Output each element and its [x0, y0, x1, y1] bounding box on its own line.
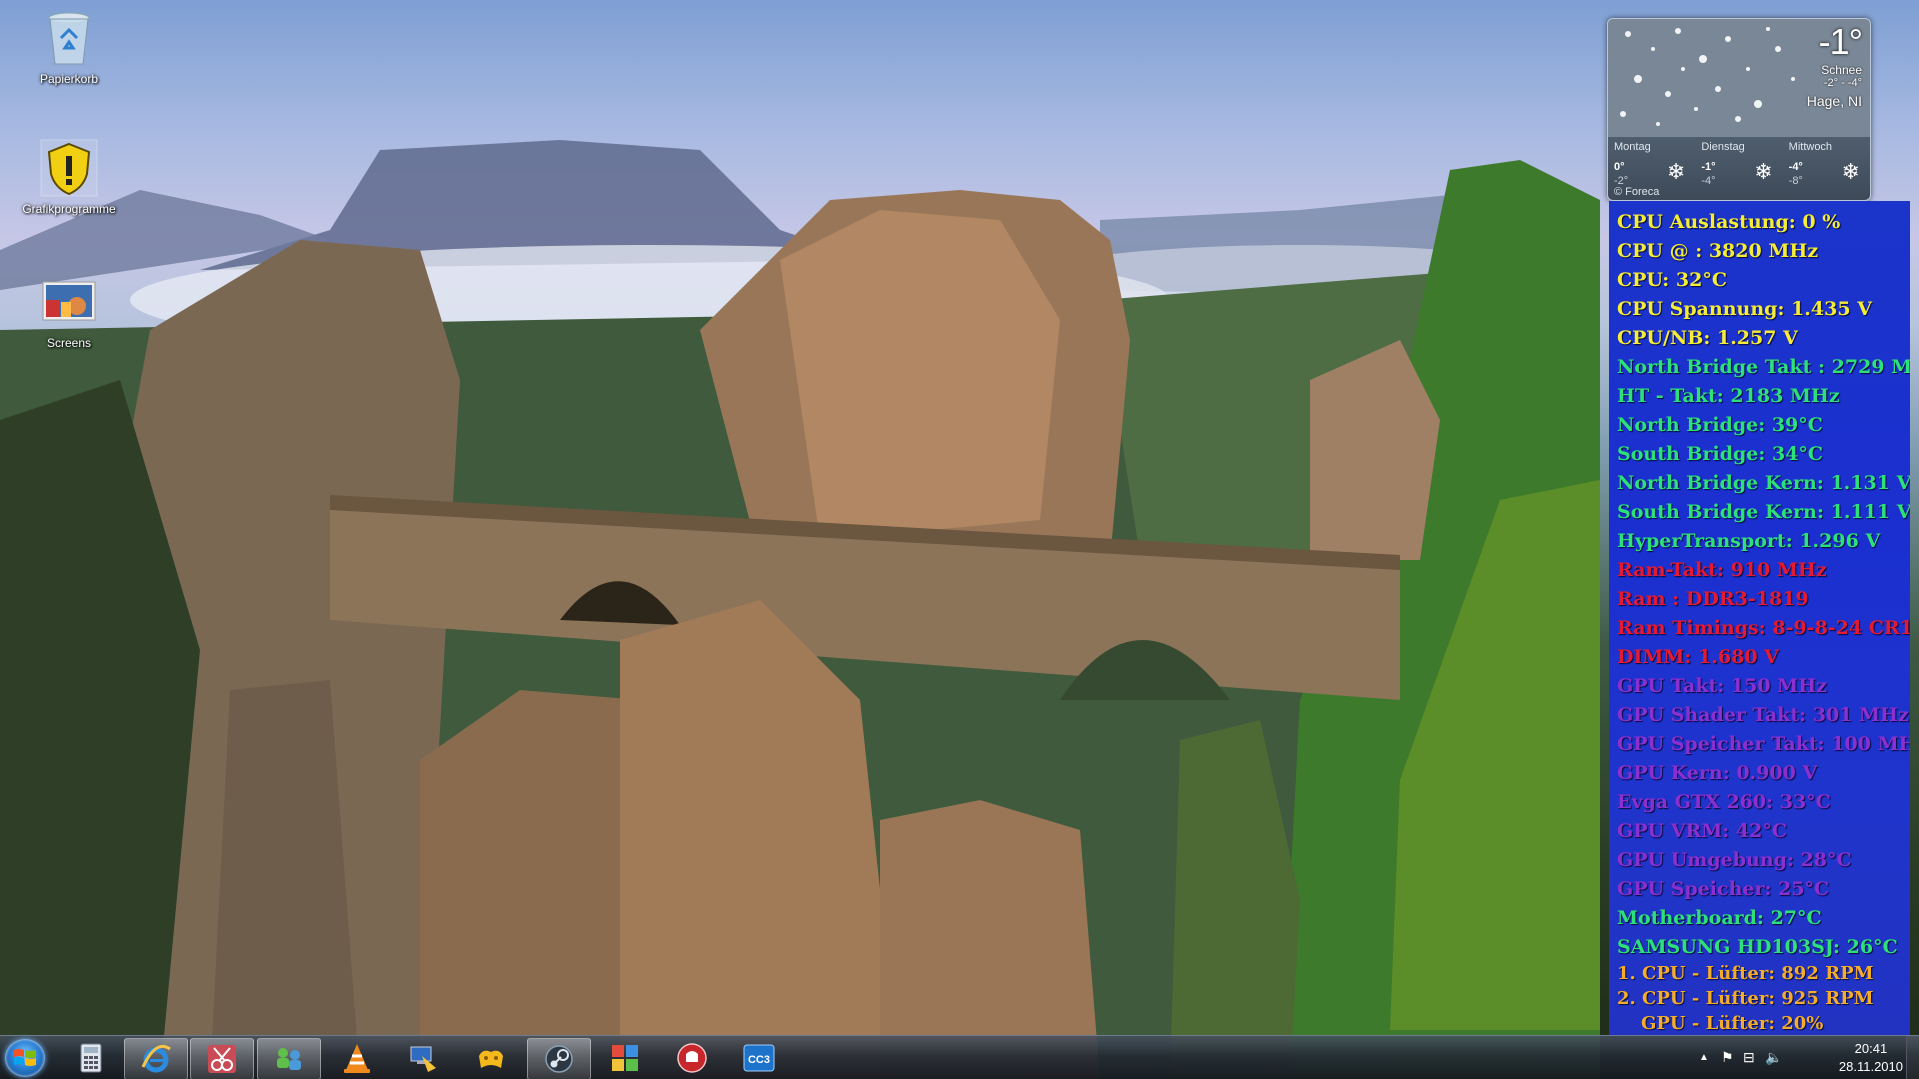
forecast-day: Mittwoch -4° -8° ❄ — [1783, 137, 1870, 187]
desktop-icon-screens[interactable]: Screens — [14, 272, 124, 350]
hw-row: North Bridge Kern: 1.131 V — [1617, 472, 1910, 494]
forecast-day-name: Mittwoch — [1788, 141, 1833, 153]
hw-row: CPU Spannung: 1.435 V — [1617, 298, 1872, 320]
temperature-range: -2° - -4° — [1823, 77, 1862, 89]
calculator-icon — [80, 1043, 102, 1073]
hw-row: Ram Timings: 8-9-8-24 CR1 — [1617, 617, 1910, 639]
taskbar-button-calculator[interactable] — [60, 1038, 122, 1078]
taskbar-button-network[interactable] — [257, 1038, 321, 1079]
hw-row: Evga GTX 260: 33°C — [1617, 791, 1831, 813]
snowflake-icon: ❄ — [1841, 159, 1860, 184]
action-center-flag-icon[interactable]: ⚑ — [1721, 1049, 1734, 1066]
cc3-icon-text: CC3 — [748, 1054, 770, 1066]
hw-row: Motherboard: 27°C — [1617, 907, 1822, 929]
forecast-high: 0° — [1614, 161, 1625, 173]
hw-row: CPU @ : 3820 MHz — [1617, 240, 1819, 262]
tray-clock[interactable]: 20:41 28.11.2010 — [1839, 1040, 1903, 1076]
steam-icon — [545, 1045, 573, 1073]
network-users-icon — [277, 1048, 301, 1070]
taskbar-button-internet-explorer[interactable] — [124, 1038, 188, 1079]
computer-install-icon — [410, 1046, 436, 1072]
taskbar-button-cubes[interactable] — [594, 1038, 656, 1078]
hardware-monitor-panel: CPU Auslastung: 0 % CPU @ : 3820 MHz CPU… — [1609, 201, 1910, 1035]
forecast-low: -8° — [1788, 175, 1803, 187]
desktop-icon-label: Grafikprogramme — [22, 202, 116, 216]
forecast-low: -4° — [1701, 175, 1716, 187]
forecast-day: Montag 0° -2° ❄ — [1608, 137, 1695, 187]
show-desktop-button[interactable] — [1906, 1036, 1919, 1079]
hw-row: CPU: 32°C — [1617, 269, 1727, 291]
hw-row: GPU Speicher: 25°C — [1617, 878, 1830, 900]
weather-location: Hage, NI — [1806, 93, 1862, 109]
weather-source-link[interactable]: © Foreca — [1614, 186, 1659, 198]
forecast-day-name: Montag — [1614, 141, 1651, 153]
cc3-icon: CC3 — [743, 1044, 775, 1072]
taskbar-button-cc3[interactable]: CC3 — [728, 1038, 790, 1078]
taskbar-button-snipping-tool[interactable] — [190, 1038, 254, 1079]
vlc-icon — [344, 1044, 370, 1073]
weather-condition: Schnee — [1821, 63, 1862, 77]
hw-row: North Bridge: 39°C — [1617, 414, 1823, 436]
forecast-high: -4° — [1788, 161, 1803, 173]
hw-row: CPU/NB: 1.257 V — [1617, 327, 1798, 349]
hw-row: GPU Speicher Takt: 100 MHz — [1617, 733, 1910, 755]
desktop-icon-grafikprogramme[interactable]: Grafikprogramme — [14, 138, 124, 216]
hw-row: HT - Takt: 2183 MHz — [1617, 385, 1840, 407]
hw-row: GPU - Lüfter: 20% — [1641, 1013, 1824, 1034]
taskbar-button-red-app[interactable] — [661, 1038, 723, 1078]
hw-row: GPU VRM: 42°C — [1617, 820, 1787, 842]
network-icon[interactable]: ⊟ — [1743, 1049, 1755, 1066]
hw-row: DIMM: 1.680 V — [1617, 646, 1779, 668]
system-tray: ▲ ⚑ ⊟ 🔈 20:41 28.11.2010 — [1689, 1036, 1919, 1079]
forecast-row: Montag 0° -2° ❄ Dienstag -1° -4° ❄ Mittw… — [1608, 137, 1870, 187]
hw-row: 2. CPU - Lüfter: 925 RPM — [1617, 988, 1874, 1009]
hw-row: South Bridge: 34°C — [1617, 443, 1824, 465]
taskbar-button-computer-install[interactable] — [393, 1038, 455, 1078]
hw-row: GPU Umgebung: 28°C — [1617, 849, 1852, 871]
snipping-tool-icon — [208, 1045, 236, 1073]
snowflake-icon: ❄ — [1666, 159, 1686, 184]
start-button[interactable] — [5, 1039, 45, 1077]
hw-row: GPU Shader Takt: 301 MHz — [1617, 704, 1909, 726]
hw-row: Ram-Takt: 910 MHz — [1617, 559, 1827, 581]
weather-gadget[interactable]: -1° Schnee -2° - -4° Hage, NI Montag 0° … — [1607, 18, 1871, 201]
taskbar-button-steam[interactable] — [527, 1038, 591, 1079]
forecast-high: -1° — [1701, 161, 1716, 173]
hw-row: Ram : DDR3-1819 — [1617, 588, 1809, 610]
hw-row: North Bridge Takt : 2729 MHz — [1617, 356, 1910, 378]
game-controller-icon — [479, 1050, 503, 1068]
desktop-icon-label: Screens — [46, 336, 92, 350]
taskbar: CC3 ▲ ⚑ ⊟ 🔈 20:41 28.11.2010 — [0, 1035, 1919, 1079]
red-fist-icon — [677, 1043, 707, 1073]
taskbar-button-game[interactable] — [460, 1038, 522, 1078]
snowflake-icon: ❄ — [1754, 159, 1773, 184]
current-temperature: -1° — [1818, 21, 1863, 62]
colored-cubes-icon — [612, 1045, 638, 1071]
shield-warning-folder-icon — [39, 138, 99, 198]
clock-time: 20:41 — [1854, 1041, 1888, 1056]
desktop-icon-label: Papierkorb — [39, 72, 99, 86]
show-hidden-icons-chevron-icon[interactable]: ▲ — [1699, 1052, 1709, 1063]
recycle-bin-icon — [39, 8, 99, 68]
forecast-day-name: Dienstag — [1701, 141, 1745, 153]
taskbar-button-vlc[interactable] — [326, 1038, 388, 1078]
hw-row: SAMSUNG HD103SJ: 26°C — [1617, 936, 1898, 958]
hw-row: 1. CPU - Lüfter: 892 RPM — [1617, 963, 1874, 984]
clock-date: 28.11.2010 — [1838, 1059, 1903, 1074]
hw-row: CPU Auslastung: 0 % — [1617, 211, 1841, 233]
internet-explorer-icon — [141, 1044, 171, 1073]
hw-row: GPU Takt: 150 MHz — [1617, 675, 1827, 697]
volume-icon[interactable]: 🔈 — [1765, 1049, 1782, 1066]
forecast-day: Dienstag -1° -4° ❄ — [1695, 137, 1782, 187]
hw-row: GPU Kern: 0.900 V — [1617, 762, 1818, 784]
screenshot-folder-icon — [39, 272, 99, 332]
hw-row: South Bridge Kern: 1.111 V — [1617, 501, 1910, 523]
hw-row: HyperTransport: 1.296 V — [1617, 530, 1881, 552]
desktop-icon-recycle-bin[interactable]: Papierkorb — [14, 8, 124, 86]
windows-logo-icon — [14, 1049, 36, 1066]
